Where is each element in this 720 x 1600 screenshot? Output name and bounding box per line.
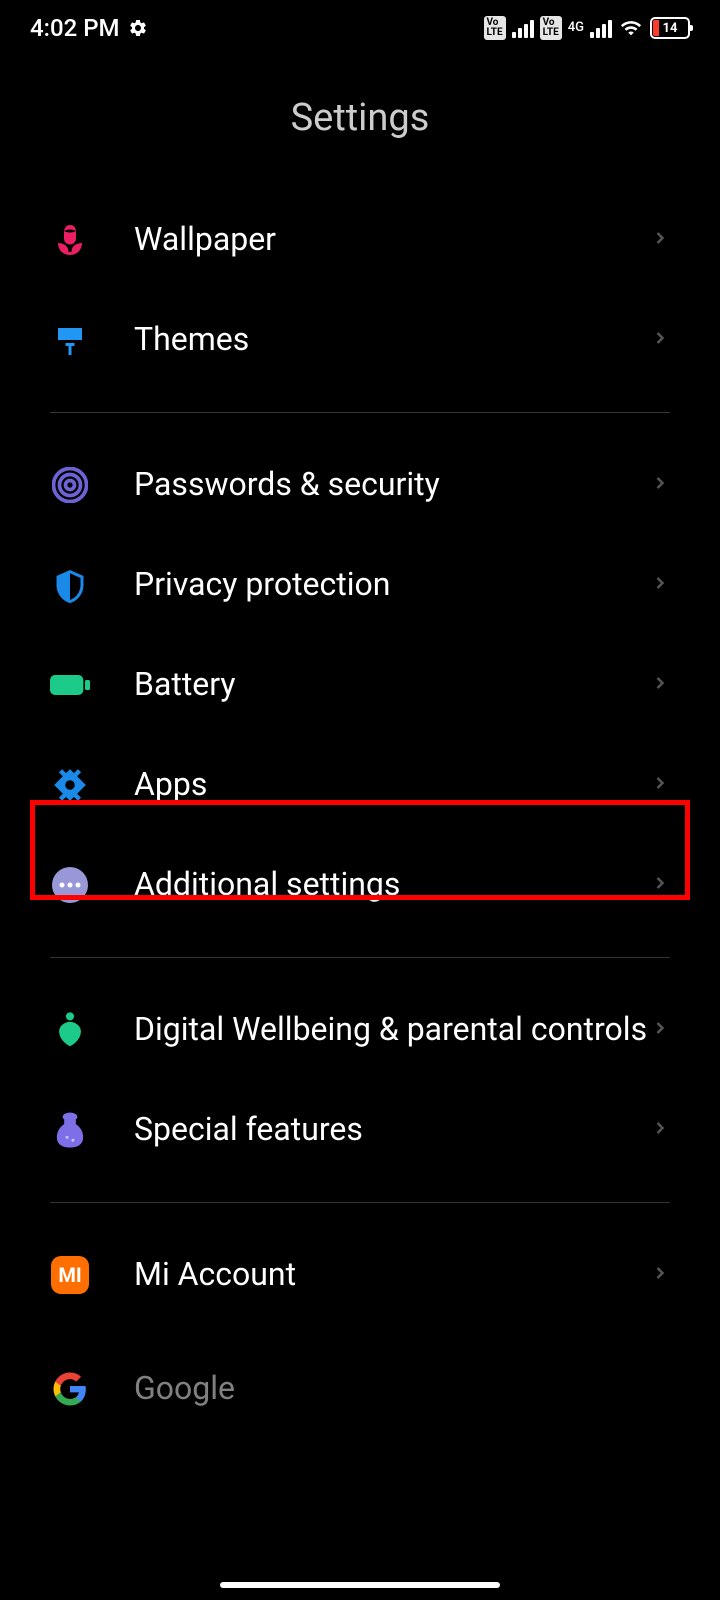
signal-icon-2 [590,18,612,38]
battery-icon: 14 [650,17,690,39]
item-label: Additional settings [134,864,650,906]
chevron-right-icon [650,1118,670,1142]
chevron-right-icon [650,573,670,597]
tulip-icon [50,220,90,260]
volte-icon: VoLTE [484,16,506,40]
item-label: Mi Account [134,1254,650,1296]
settings-item-passwords-security[interactable]: Passwords & security [0,435,720,535]
shield-icon [50,565,90,605]
more-icon [50,865,90,905]
settings-item-wallpaper[interactable]: Wallpaper [0,190,720,290]
status-left: 4:02 PM [30,14,148,42]
chevron-right-icon [650,773,670,797]
chevron-right-icon [650,228,670,252]
item-label: Battery [134,664,650,706]
flask-icon [50,1110,90,1150]
divider [50,957,670,958]
home-indicator[interactable] [220,1582,500,1588]
settings-item-digital-wellbeing[interactable]: Digital Wellbeing & parental controls [0,980,720,1080]
battery-level: 14 [663,21,678,36]
page-title: Settings [0,56,720,190]
chevron-right-icon [650,328,670,352]
volte-icon-2: VoLTE [540,16,562,40]
chevron-right-icon [650,1018,670,1042]
battery-full-icon [50,665,90,705]
settings-item-privacy-protection[interactable]: Privacy protection [0,535,720,635]
item-label: Passwords & security [134,464,650,506]
settings-item-mi-account[interactable]: MI Mi Account [0,1225,720,1325]
signal-group-2: 4G [568,21,584,36]
item-label: Google [134,1368,670,1410]
settings-item-apps[interactable]: Apps [0,735,720,835]
chevron-right-icon [650,473,670,497]
chevron-right-icon [650,673,670,697]
status-bar: 4:02 PM VoLTE VoLTE 4G 14 [0,0,720,56]
google-icon [50,1369,90,1409]
item-label: Digital Wellbeing & parental controls [134,1009,650,1051]
settings-list: Wallpaper Themes Passwords & security Pr… [0,190,720,1425]
wifi-icon [618,17,644,39]
cog-icon [50,765,90,805]
brush-icon [50,320,90,360]
fingerprint-icon [50,465,90,505]
signal-icon-1 [512,18,534,38]
item-label: Apps [134,764,650,806]
wellbeing-icon [50,1010,90,1050]
status-right: VoLTE VoLTE 4G 14 [484,16,691,40]
settings-sync-icon [128,18,148,38]
chevron-right-icon [650,1263,670,1287]
settings-item-battery[interactable]: Battery [0,635,720,735]
settings-item-special-features[interactable]: Special features [0,1080,720,1180]
divider [50,1202,670,1203]
mi-logo-icon: MI [50,1255,90,1295]
item-label: Wallpaper [134,219,650,261]
settings-item-google[interactable]: Google [0,1325,720,1425]
item-label: Themes [134,319,650,361]
network-type-label: 4G [568,21,584,34]
settings-item-themes[interactable]: Themes [0,290,720,390]
item-label: Special features [134,1109,650,1151]
chevron-right-icon [650,873,670,897]
item-label: Privacy protection [134,564,650,606]
divider [50,412,670,413]
status-time: 4:02 PM [30,14,120,42]
settings-item-additional-settings[interactable]: Additional settings [0,835,720,935]
